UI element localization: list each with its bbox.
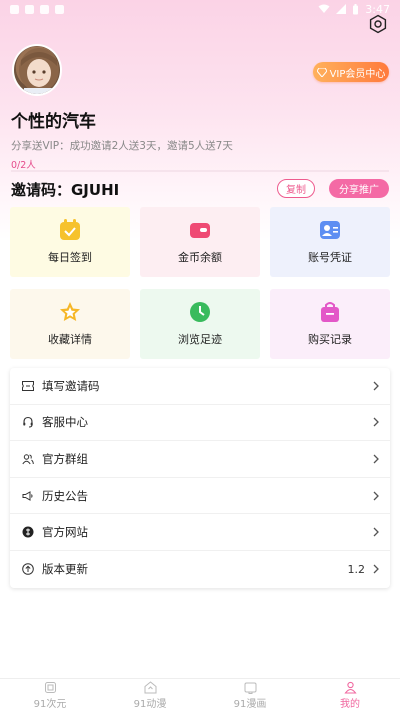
nav-tab-mine[interactable]: 我的 — [300, 679, 400, 712]
nav-tab-label: 我的 — [340, 699, 360, 710]
signal-icon — [336, 4, 347, 14]
chevron-right-icon — [373, 454, 379, 464]
status-bar: 3:47 — [0, 0, 400, 18]
grid-card-label: 账号凭证 — [308, 251, 352, 264]
menu-item-label: 官方网站 — [42, 525, 88, 540]
grid-card-browse-history[interactable]: 浏览足迹 — [140, 289, 260, 359]
battery-icon — [353, 3, 359, 14]
nav-tab-91manhua[interactable]: 91漫画 — [200, 679, 300, 712]
star-icon — [59, 301, 81, 323]
clock-icon — [189, 301, 211, 323]
wifi-icon — [318, 4, 330, 13]
menu-item-official-website[interactable]: 官方网站 — [10, 514, 390, 551]
grid-card-account-credential[interactable]: 账号凭证 — [270, 207, 390, 277]
menu-item-label: 客服中心 — [42, 415, 88, 430]
menu-item-label: 版本更新 — [42, 562, 88, 577]
notification-icon — [40, 4, 49, 14]
diamond-icon — [316, 67, 327, 77]
grid-card-label: 每日签到 — [48, 251, 92, 264]
nav-tab-91ciyuan[interactable]: 91次元 — [0, 679, 100, 712]
website-icon — [22, 526, 34, 538]
menu-item-enter-invite-code[interactable]: 填写邀请码 — [10, 368, 390, 405]
user-icon — [343, 681, 357, 694]
status-notifications — [10, 4, 64, 14]
invite-progress-bar — [11, 170, 389, 172]
share-vip-description: 分享送VIP：成功邀请2人送3天，邀请5人送7天 — [11, 140, 233, 152]
version-number: 1.2 — [347, 562, 366, 576]
vip-center-button[interactable]: VIP会员中心 — [313, 62, 389, 82]
chevron-right-icon — [373, 381, 379, 391]
grid-card-label: 浏览足迹 — [178, 333, 222, 346]
headset-icon — [22, 416, 34, 428]
vip-center-label: VIP会员中心 — [329, 68, 386, 80]
menu-item-official-group[interactable]: 官方群组 — [10, 441, 390, 478]
grid-card-favorites[interactable]: 收藏详情 — [10, 289, 130, 359]
menu-item-customer-service[interactable]: 客服中心 — [10, 405, 390, 442]
share-promote-button[interactable]: 分享推广 — [329, 179, 389, 198]
grid-card-coin-balance[interactable]: 金币余额 — [140, 207, 260, 277]
ticket-icon — [22, 380, 34, 392]
nav-tab-label: 91动漫 — [133, 699, 167, 710]
username: 个性的汽车 — [11, 112, 96, 132]
megaphone-icon — [22, 490, 34, 502]
chevron-right-icon — [373, 527, 379, 537]
menu-item-version-update[interactable]: 版本更新 1.2 — [10, 551, 390, 588]
chevron-right-icon — [373, 491, 379, 501]
nav-tab-label: 91次元 — [33, 699, 67, 710]
menu-item-label: 历史公告 — [42, 488, 88, 503]
shopping-bag-icon — [319, 301, 341, 323]
settings-gear-icon[interactable] — [368, 14, 388, 34]
avatar[interactable] — [12, 44, 62, 96]
book-icon — [44, 682, 56, 693]
group-icon — [22, 453, 34, 465]
menu-item-label: 填写邀请码 — [42, 378, 100, 393]
grid-card-daily-checkin[interactable]: 每日签到 — [10, 207, 130, 277]
tv-icon — [144, 681, 156, 694]
menu-item-history-announcements[interactable]: 历史公告 — [10, 478, 390, 515]
id-card-icon — [319, 219, 341, 241]
notification-icon — [25, 4, 34, 14]
nav-tab-label: 91漫画 — [233, 699, 267, 710]
calendar-check-icon — [59, 219, 81, 241]
grid-card-label: 金币余额 — [178, 251, 222, 264]
grid-card-label: 购买记录 — [308, 333, 352, 346]
chevron-right-icon — [373, 564, 379, 574]
wallet-icon — [189, 219, 211, 241]
nav-tab-91dongman[interactable]: 91动漫 — [100, 679, 200, 712]
invite-progress-text: 0/2人 — [11, 160, 36, 171]
upload-icon — [22, 563, 34, 576]
settings-menu: 填写邀请码 客服中心 官方群组 历史公告 官方网站 版本更新 1.2 — [10, 368, 390, 588]
feature-grid: 每日签到 金币余额 账号凭证 收藏详情 浏览足迹 购买记录 — [10, 207, 390, 359]
bottom-navigation: 91次元 91动漫 91漫画 我的 — [0, 678, 400, 712]
notification-icon — [10, 4, 19, 14]
invite-code-row: 邀请码：GJUHI 复制 分享推广 — [11, 178, 389, 200]
menu-item-label: 官方群组 — [42, 451, 88, 466]
copy-button[interactable]: 复制 — [277, 179, 315, 198]
grid-card-label: 收藏详情 — [48, 333, 92, 346]
grid-card-purchase-records[interactable]: 购买记录 — [270, 289, 390, 359]
invite-code: 邀请码：GJUHI — [11, 180, 120, 199]
comic-icon — [244, 682, 256, 694]
chevron-right-icon — [373, 417, 379, 427]
notification-icon — [55, 4, 64, 14]
